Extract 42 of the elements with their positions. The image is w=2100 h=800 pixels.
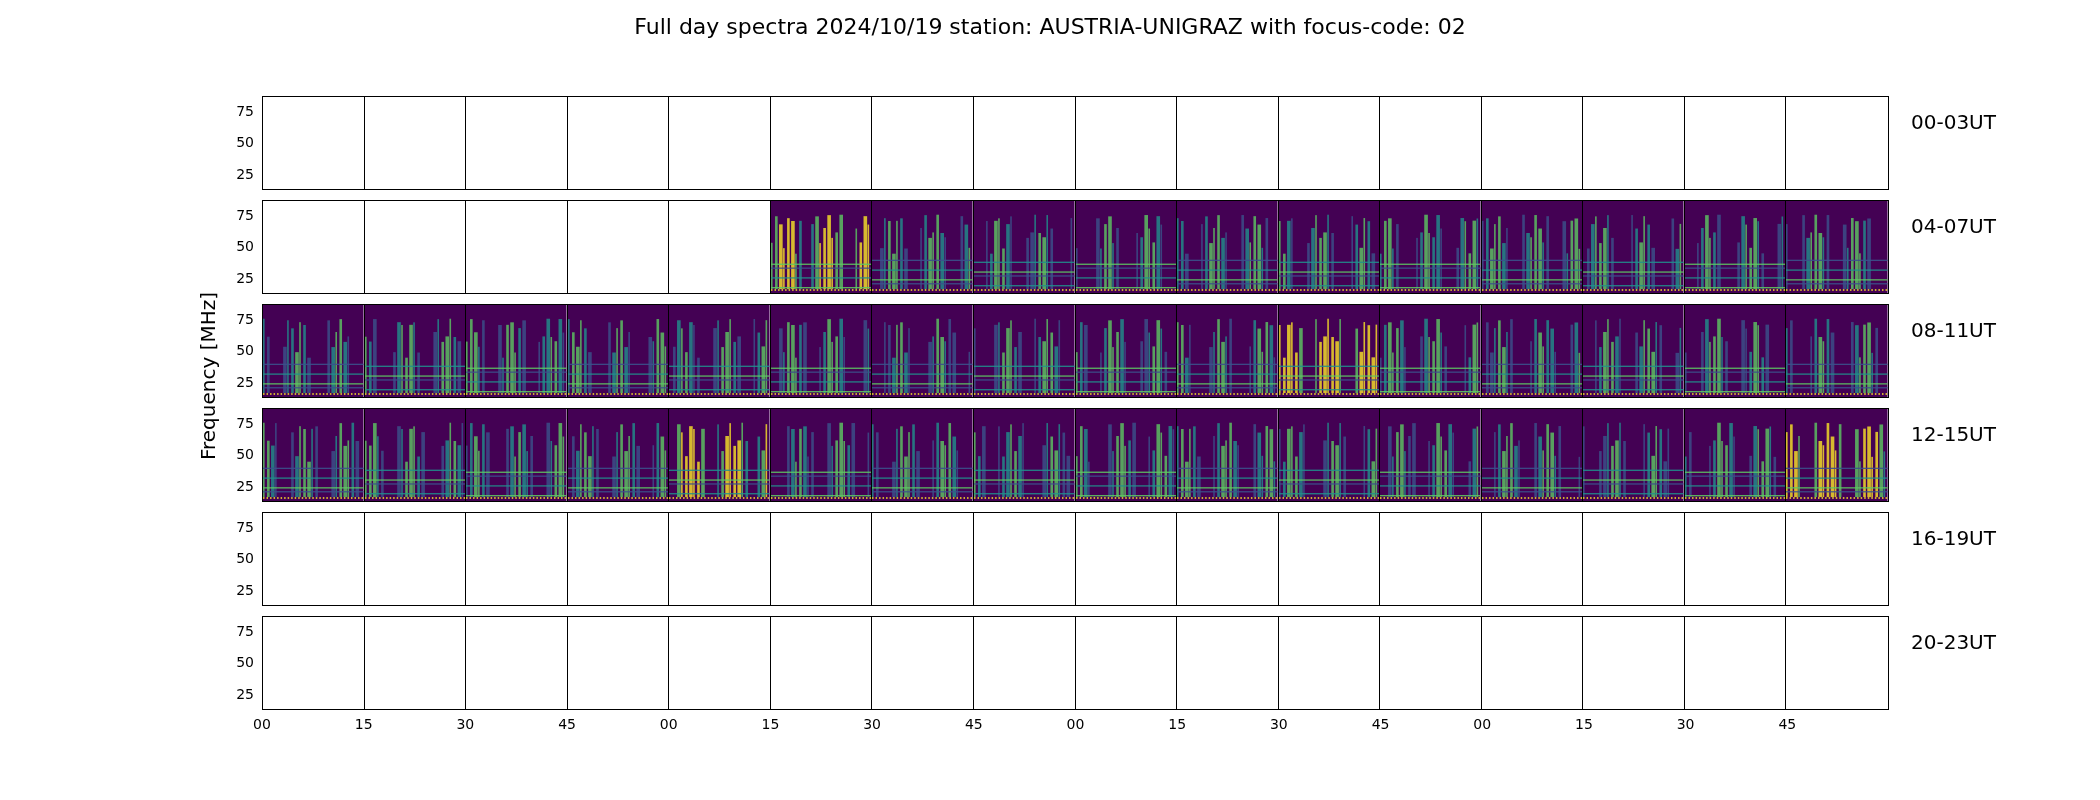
x-tick-label: 45: [558, 716, 576, 732]
y-tick-label: 75: [236, 102, 254, 121]
y-tick-label: 50: [236, 341, 254, 361]
x-tick-label: 15: [1575, 716, 1593, 732]
y-tick-label: 50: [236, 653, 254, 673]
time-range-label: 16-19UT: [1911, 525, 1996, 552]
y-tick-label: 25: [236, 476, 254, 496]
x-tick-label: 30: [456, 716, 475, 732]
x-tick-label: 30: [863, 716, 882, 732]
time-range-label: 00-03UT: [1911, 109, 1996, 136]
time-range-label: 04-07UT: [1911, 213, 1996, 240]
x-tick-label: 30: [1676, 716, 1695, 732]
y-tick-label: 25: [236, 164, 254, 184]
x-tick-label: 45: [1778, 716, 1797, 732]
y-tick-label: 50: [236, 237, 254, 257]
y-tick-label: 75: [236, 310, 254, 329]
x-tick-label: 15: [761, 716, 780, 732]
figure-title: Full day spectra 2024/10/19 station: AUSTRIA-UNIGRAZ with focus-code: 02: [634, 14, 1466, 41]
y-tick-label: 25: [236, 372, 254, 392]
y-axis-label: Frequency [MHz]: [196, 291, 220, 461]
x-tick-label: 00: [659, 716, 678, 732]
x-tick-label: 45: [1371, 716, 1390, 732]
x-tick-label: 00: [253, 716, 271, 732]
x-tick-label: 15: [1168, 716, 1187, 732]
x-tick-label: 30: [1269, 716, 1288, 732]
y-tick-label: 50: [236, 549, 254, 569]
y-tick-label: 50: [236, 445, 254, 465]
y-tick-label: 25: [236, 268, 254, 288]
y-tick-label: 75: [236, 518, 254, 537]
y-tick-label: 75: [236, 414, 254, 433]
y-tick-label: 75: [236, 622, 254, 641]
y-tick-label: 50: [236, 133, 254, 153]
y-tick-label: 25: [236, 684, 254, 704]
x-tick-label: 00: [1066, 716, 1085, 732]
time-range-label: 20-23UT: [1911, 629, 1996, 656]
y-tick-label: 25: [236, 580, 254, 600]
x-tick-label: 45: [964, 716, 983, 732]
x-tick-label: 15: [354, 716, 373, 732]
time-range-label: 08-11UT: [1911, 317, 1996, 344]
y-tick-label: 75: [236, 206, 254, 225]
time-range-label: 12-15UT: [1911, 421, 1996, 448]
x-tick-label: 00: [1473, 716, 1492, 732]
